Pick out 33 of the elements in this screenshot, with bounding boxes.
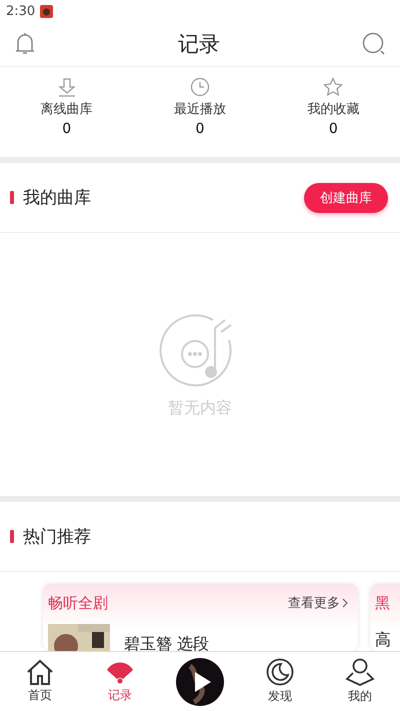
playlist-card[interactable]: 畅听全剧 查看更多 碧玉簪 选段: [43, 584, 358, 651]
stat-count: 0: [196, 121, 204, 137]
star-icon: [323, 77, 344, 97]
moon-icon: [266, 658, 294, 686]
person-icon: [345, 658, 375, 686]
search-icon[interactable]: [362, 32, 386, 56]
card-title: 黑: [375, 594, 390, 612]
tab-item[interactable]: 首页: [0, 659, 80, 704]
clock-icon: [190, 77, 210, 97]
section-title: 热门推荐: [23, 526, 92, 548]
section-title: 我的曲库: [23, 187, 92, 209]
more-link[interactable]: 查看更多: [288, 594, 348, 612]
card-title: 畅听全剧: [48, 594, 108, 612]
page-title: 记录: [178, 31, 220, 58]
item-title[interactable]: 碧玉簪 选段: [124, 634, 210, 651]
item-title[interactable]: 高: [375, 630, 391, 651]
stat-label: 最近播放: [174, 101, 226, 118]
stat-count: 0: [62, 121, 72, 137]
stat-label: 离线曲库: [40, 101, 93, 118]
app-notification-icon: [40, 4, 54, 18]
tab-item[interactable]: 记录: [80, 659, 160, 704]
stat-count: 0: [328, 121, 338, 137]
download-icon: [56, 77, 77, 97]
status-time: 2:30: [6, 4, 36, 18]
stat-label: 我的收藏: [307, 101, 360, 118]
playlist-card[interactable]: 黑 高: [370, 584, 400, 651]
home-icon: [26, 659, 54, 685]
tab-item[interactable]: 发现: [240, 658, 320, 705]
chevron-icon: [342, 598, 348, 608]
play-button[interactable]: [176, 658, 224, 706]
tab-item[interactable]: 我的: [320, 658, 400, 705]
create-library-button[interactable]: 创建曲库: [304, 182, 388, 212]
bell-icon[interactable]: [14, 32, 36, 56]
